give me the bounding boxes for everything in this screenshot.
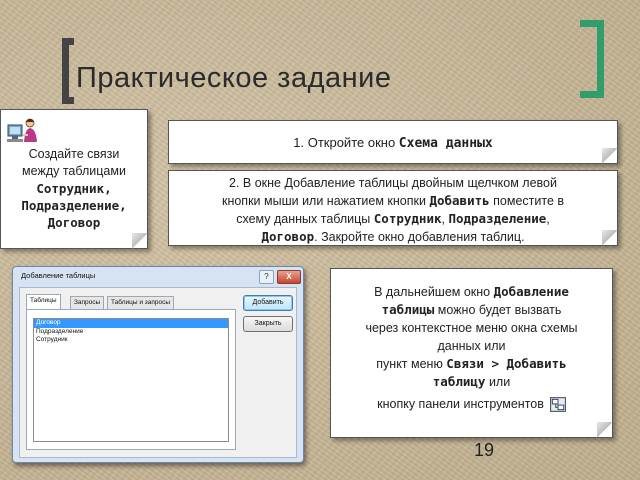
close-button[interactable]: Закрыть [243,316,293,332]
note1-table-contract: Договор [47,215,101,230]
dialog-title: Добавление таблицы [21,271,96,280]
step2-line4: Договор. Закройте окно добавления таблиц… [261,229,525,244]
help-button[interactable]: ? [259,270,274,284]
note1-line2: между таблицами [22,164,126,178]
slide-title: Практическое задание [76,62,392,94]
step2-line2: кнопки мыши или нажатием кнопки Добавить… [221,193,565,208]
tab-tables-and-queries[interactable]: Таблицы и запросы [107,296,175,309]
info-note-later: В дальнейшем окно Добавление таблицы мож… [330,268,613,438]
add-table-dialog: Добавление таблицы ? X Таблицы Запросы Т… [12,266,304,463]
step2-line1: 2. В окне Добавление таблицы двойным щел… [229,176,557,190]
note1-line1: Создайте связи [28,147,120,161]
list-item[interactable]: Сотрудник [34,336,228,345]
add-button[interactable]: Добавить [243,295,293,311]
page-fold [602,148,618,164]
list-item[interactable]: Подразделение [34,328,228,337]
list-item[interactable]: Договор [34,319,228,328]
tab-tables[interactable]: Таблицы [26,294,61,310]
title-bracket-right [580,20,604,98]
step1-bold: Схема данных [398,136,493,151]
page-fold [132,233,148,249]
info-line4: данных или [437,339,506,353]
title-bracket-left [62,38,74,104]
task-note-create-links: Создайте связи между таблицами Сотрудник… [0,109,148,249]
tab-queries[interactable]: Запросы [70,296,105,309]
page-number: 19 [474,440,495,460]
task-note-step1: 1. Откройте окно Схема данных [168,120,618,164]
step2-line3: схему данных таблицы Сотрудник, Подразде… [236,211,550,226]
show-table-toolbar-icon [549,397,566,413]
note1-table-department: Подразделение, [21,198,127,213]
info-line6: таблицу или [432,374,511,389]
page-fold [597,422,613,438]
info-line7: кнопку панели инструментов [331,395,612,413]
tables-listbox[interactable]: Договор Подразделение Сотрудник [33,318,229,442]
info-line2: таблицы можно будет вызвать [381,302,562,317]
dialog-titlebar: Добавление таблицы ? X [13,267,303,287]
step1-text: 1. Откройте окно [293,135,399,150]
dialog-body: Таблицы Запросы Таблицы и запросы Догово… [19,287,297,458]
tables-tab-panel: Договор Подразделение Сотрудник [26,309,236,450]
person-at-computer-icon [7,118,37,142]
info-line5: пункт меню Связи > Добавить [376,356,567,371]
info-line1: В дальнейшем окно Добавление [374,284,569,299]
note1-table-employee: Сотрудник, [36,181,112,196]
info-line3: через контекстное меню окна схемы [365,321,578,335]
page-fold [602,230,618,246]
close-icon[interactable]: X [277,270,301,284]
task-note-step2: 2. В окне Добавление таблицы двойным щел… [168,170,618,246]
